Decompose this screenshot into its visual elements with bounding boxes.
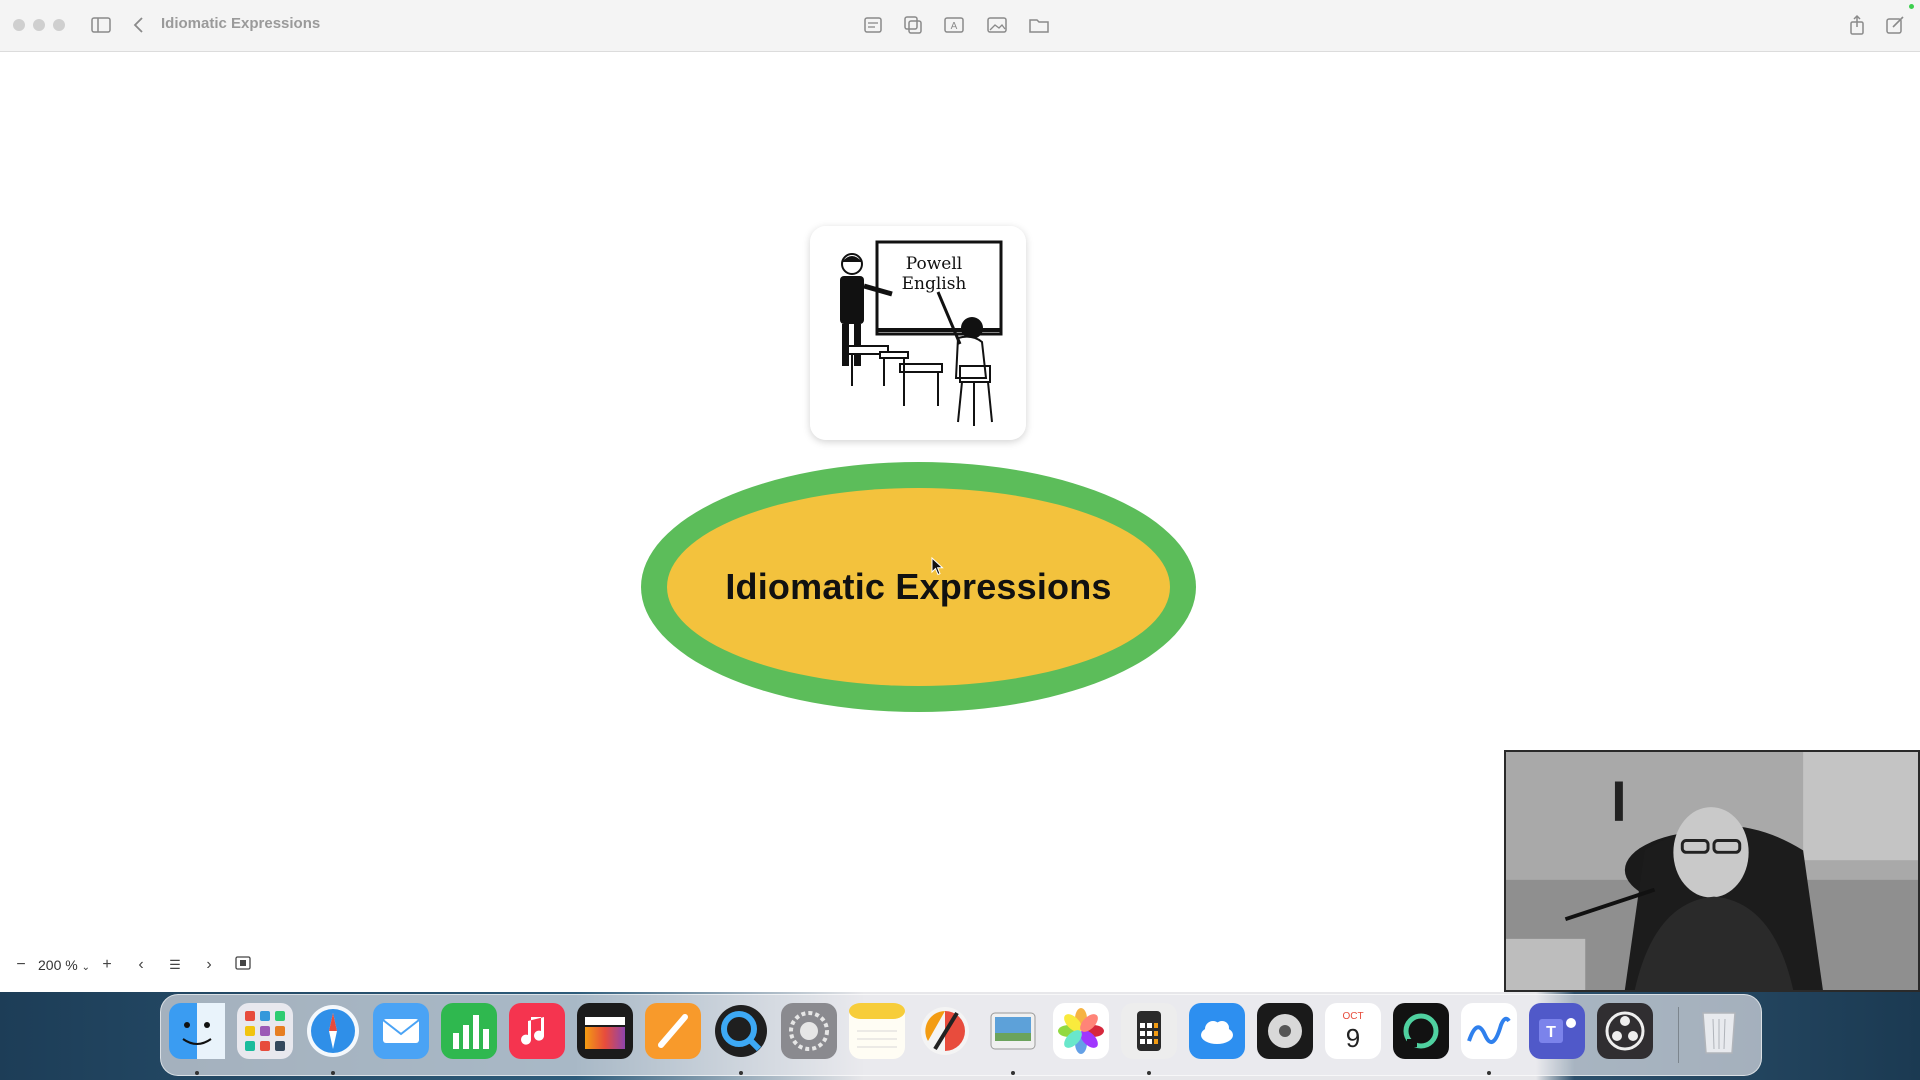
pages-icon[interactable] (645, 1003, 701, 1059)
quicktime-icon[interactable] (713, 1003, 769, 1059)
duplicate-icon[interactable] (902, 14, 924, 36)
numbers-icon[interactable] (441, 1003, 497, 1059)
webcam-overlay (1504, 750, 1920, 992)
outline-list-icon[interactable]: ☰ (164, 957, 186, 973)
freeform-icon[interactable] (1461, 1003, 1517, 1059)
calendar-day: 9 (1346, 1023, 1360, 1053)
teacher-classroom-illustration: Powell English (810, 226, 1026, 440)
finder-running-dot (195, 1071, 199, 1075)
calendar-month: OCT (1342, 1011, 1363, 1022)
minimize-window-button[interactable] (33, 19, 45, 31)
dock-separator (1678, 1007, 1679, 1063)
trash-icon[interactable] (1691, 1003, 1747, 1059)
compressor-icon[interactable] (1257, 1003, 1313, 1059)
recording-indicator (1909, 4, 1914, 9)
chatgpt-icon[interactable] (1393, 1003, 1449, 1059)
compose-icon[interactable] (1884, 14, 1906, 36)
safari-icon[interactable] (305, 1003, 361, 1059)
close-window-button[interactable] (13, 19, 25, 31)
next-button[interactable]: › (198, 956, 220, 974)
central-topic-fill: Idiomatic Expressions (667, 488, 1170, 686)
pixelmator-icon[interactable] (917, 1003, 973, 1059)
central-topic-node[interactable]: Idiomatic Expressions (641, 462, 1196, 712)
notes-icon[interactable] (849, 1003, 905, 1059)
settings-icon[interactable] (781, 1003, 837, 1059)
final-cut-icon[interactable] (577, 1003, 633, 1059)
teacher-illustration-card[interactable]: Powell English (810, 226, 1026, 440)
chevron-down-icon: ⌄ (81, 962, 90, 973)
music-icon[interactable] (509, 1003, 565, 1059)
board-text-line1: Powell (906, 254, 962, 274)
back-chevron-icon[interactable] (128, 14, 150, 36)
zoom-in-button[interactable]: + (96, 956, 118, 974)
window-title: Idiomatic Expressions (161, 15, 321, 32)
calculator-icon[interactable] (1121, 1003, 1177, 1059)
quicktime-running-dot (739, 1071, 743, 1075)
central-topic-label[interactable]: Idiomatic Expressions (725, 566, 1111, 608)
svg-text:A: A (951, 21, 958, 32)
calculator-running-dot (1147, 1071, 1151, 1075)
sidebar-toggle-icon[interactable] (90, 14, 112, 36)
preview-running-dot (1011, 1071, 1015, 1075)
folder-icon[interactable] (1028, 14, 1050, 36)
launchpad-icon[interactable] (237, 1003, 293, 1059)
image-icon[interactable] (986, 14, 1008, 36)
calendar-icon[interactable]: OCT 9 (1325, 1003, 1381, 1059)
zoom-window-button[interactable] (53, 19, 65, 31)
window-titlebar: Idiomatic Expressions A (0, 0, 1920, 52)
svg-text:T: T (1546, 1024, 1556, 1041)
weather-icon[interactable] (1189, 1003, 1245, 1059)
presentation-icon[interactable] (232, 955, 254, 975)
text-box-icon[interactable]: A (943, 14, 965, 36)
presenter-video-feed (1506, 752, 1918, 990)
zoom-level-value: 200 % (38, 957, 78, 973)
zoom-level-select[interactable]: 200 % ⌄ (32, 957, 96, 973)
freeform-running-dot (1487, 1071, 1491, 1075)
teams-icon[interactable]: T (1529, 1003, 1585, 1059)
finder-icon[interactable] (169, 1003, 225, 1059)
board-text-line2: English (902, 274, 967, 294)
zoom-toolbar: − 200 % ⌄ + ‹ ☰ › (10, 953, 254, 977)
zoom-out-button[interactable]: − (10, 956, 32, 974)
photos-icon[interactable] (1053, 1003, 1109, 1059)
share-icon[interactable] (1846, 14, 1868, 36)
previous-button[interactable]: ‹ (130, 956, 152, 974)
mail-icon[interactable] (373, 1003, 429, 1059)
safari-running-dot (331, 1071, 335, 1075)
obs-icon[interactable] (1597, 1003, 1653, 1059)
preview-icon[interactable] (985, 1003, 1041, 1059)
note-icon[interactable] (862, 14, 884, 36)
mouse-cursor-icon (931, 557, 944, 576)
dock: OCT 9 T (160, 994, 1762, 1076)
